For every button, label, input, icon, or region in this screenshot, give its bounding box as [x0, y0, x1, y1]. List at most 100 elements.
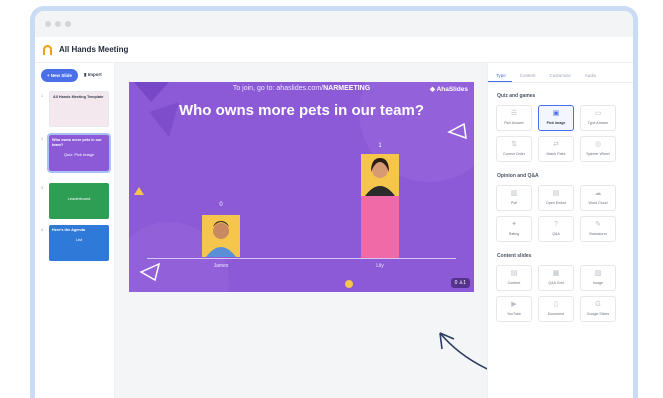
slide-type-label: Q&A [552, 232, 560, 236]
window-minimize-dot[interactable] [55, 21, 61, 27]
slide-type-type-answer[interactable]: ▭ Type Answer [580, 105, 616, 131]
slide-number: 3 [41, 185, 44, 190]
slide-thumbnail-label: List [75, 237, 83, 242]
slide-type-label: Google Slides [586, 312, 610, 316]
slide-type-label: Content [507, 281, 521, 285]
option-photo-lily [361, 154, 399, 196]
slide-type-q-a-grid[interactable]: ▦ Q&A Grid [538, 265, 574, 291]
slide-type-label: YouTube [506, 312, 522, 316]
list-icon: ☰ [510, 110, 518, 117]
slide-type-open-ended[interactable]: ▤ Open Ended [538, 185, 574, 211]
document-icon: ▯ [554, 301, 558, 308]
pairs-icon: ⇄ [553, 141, 559, 148]
slide-list-panel: + New Slide ▮ Import 1 All Hands Meeting… [35, 63, 115, 398]
bar-value-label: 1 [378, 143, 382, 149]
slide-type-match-pairs[interactable]: ⇄ Match Pairs [538, 136, 574, 162]
section-heading: Quiz and games [497, 93, 536, 99]
browser-window: All Hands Meeting + New Slide ▮ Import 1… [30, 6, 638, 398]
slide-type-poll[interactable]: ▥ Poll [496, 185, 532, 211]
slide-type-label: Q&A Grid [548, 281, 564, 285]
slide-thumbnail-2[interactable]: Who owns more pets in our team? Quiz: Pi… [47, 133, 111, 173]
bar-value-label: 0 [219, 202, 223, 208]
text-icon: ▭ [594, 110, 602, 117]
slide-type-label: Document [547, 312, 565, 316]
join-code: NARMEETING [323, 85, 371, 92]
import-button[interactable]: ▮ Import [84, 72, 102, 78]
picture-icon: ▨ [594, 270, 602, 277]
tab-type[interactable]: Type [488, 71, 512, 82]
slide-thumbnail-title: Here's the Agenda [52, 228, 86, 232]
slide-type-label: Image [593, 281, 603, 285]
slide-type-image[interactable]: ▨ Image [580, 265, 616, 291]
slide-type-correct-order[interactable]: ⇅ Correct Order [496, 136, 532, 162]
ahaslides-brand: ◆ AhaSlides [430, 85, 468, 93]
window-titlebar [35, 11, 633, 37]
slide-type-label: Poll [511, 201, 517, 205]
slide-type-document[interactable]: ▯ Document [538, 296, 574, 322]
brand-name: AhaSlides [436, 86, 468, 93]
join-instructions: To join, go to: ahaslides.com/NARMEETING [129, 82, 474, 96]
slide-type-spinner-wheel[interactable]: ◎ Spinner Wheel [580, 136, 616, 162]
tab-content[interactable]: Content [512, 71, 542, 82]
google-icon: G [595, 301, 601, 308]
slide-question[interactable]: Who owns more pets in our team? [129, 102, 474, 119]
brand-logo-icon: ◆ [429, 86, 437, 93]
slide-canvas[interactable]: To join, go to: ahaslides.com/NARMEETING… [129, 82, 474, 292]
tab-audio[interactable]: Audio [577, 71, 603, 82]
brainstorm-icon: ✎ [595, 221, 601, 228]
content-icon: ▤ [510, 270, 518, 277]
chart-baseline [147, 258, 456, 259]
tab-customize[interactable]: Customize [542, 71, 577, 82]
slide-type-label: Match Pairs [546, 152, 566, 156]
presentation-title[interactable]: All Hands Meeting [59, 45, 128, 54]
slide-type-content[interactable]: ▤ Content [496, 265, 532, 291]
slide-type-label: Spinner Wheel [586, 152, 610, 156]
rating-icon: ✦ [511, 221, 517, 228]
option-photo-james [202, 215, 240, 257]
slide-type-youtube[interactable]: ▶ YouTube [496, 296, 532, 322]
bar-category-label: Lily [376, 263, 384, 269]
slide-thumbnail-title: Who owns more pets in our team? [52, 138, 102, 147]
slide-type-pick-answer[interactable]: ☰ Pick Answer [496, 105, 532, 131]
slide-type-rating[interactable]: ✦ Rating [496, 216, 532, 242]
slide-thumbnail-1[interactable]: All Hands Meeting Template [49, 91, 109, 127]
slide-thumbnail-title: All Hands Meeting Template [53, 95, 104, 99]
slide-thumbnail-4[interactable]: Here's the Agenda List [49, 225, 109, 261]
slide-type-word-cloud[interactable]: ☁ Word Cloud [580, 185, 616, 211]
cloud-icon: ☁ [594, 190, 602, 197]
slide-editor-area: To join, go to: ahaslides.com/NARMEETING… [115, 63, 633, 398]
section-heading: Content slides [497, 253, 532, 259]
window-maximize-dot[interactable] [65, 21, 71, 27]
slide-type-q-a[interactable]: ? Q&A [538, 216, 574, 242]
image-icon: ▣ [552, 110, 560, 117]
slide-type-pick-image[interactable]: ▣ Pick Image [538, 105, 574, 131]
slide-type-label: Type Answer [587, 121, 609, 125]
slide-type-label: Rating [508, 232, 520, 236]
slide-type-label: Open Ended [545, 201, 567, 205]
slide-number: 2 [41, 136, 44, 141]
import-label: Import [87, 72, 102, 77]
slide-type-label: Word Cloud [588, 201, 608, 205]
panel-tabs: Type Content Customize Audio [488, 71, 633, 83]
play-icon: ▶ [511, 301, 517, 308]
slide-thumbnail-label: Quiz: Pick Image [63, 152, 95, 157]
slide-number: 1 [41, 93, 44, 98]
slide-type-label: Correct Order [503, 152, 525, 156]
order-icon: ⇅ [511, 141, 517, 148]
new-slide-button[interactable]: + New Slide [41, 69, 78, 82]
slide-type-panel: Type Content Customize Audio Quiz and ga… [487, 63, 633, 398]
app-header: All Hands Meeting [35, 37, 633, 63]
slide-thumbnail-3[interactable]: Leaderboard [49, 183, 109, 219]
slide-number: 4 [41, 227, 44, 232]
window-close-dot[interactable] [45, 21, 51, 27]
bar-category-label: James [213, 263, 229, 269]
poll-icon: ▥ [510, 190, 518, 197]
section-heading: Opinion and Q&A [497, 173, 539, 179]
slide-type-brainstorm[interactable]: ✎ Brainstorm [580, 216, 616, 242]
wheel-icon: ◎ [594, 141, 602, 148]
slide-thumbnail-label: Leaderboard [67, 196, 91, 201]
app-logo-icon [43, 44, 52, 55]
slide-type-google-slides[interactable]: G Google Slides [580, 296, 616, 322]
import-icon: ▮ [84, 72, 87, 77]
slide-type-label: Pick Answer [504, 121, 524, 125]
